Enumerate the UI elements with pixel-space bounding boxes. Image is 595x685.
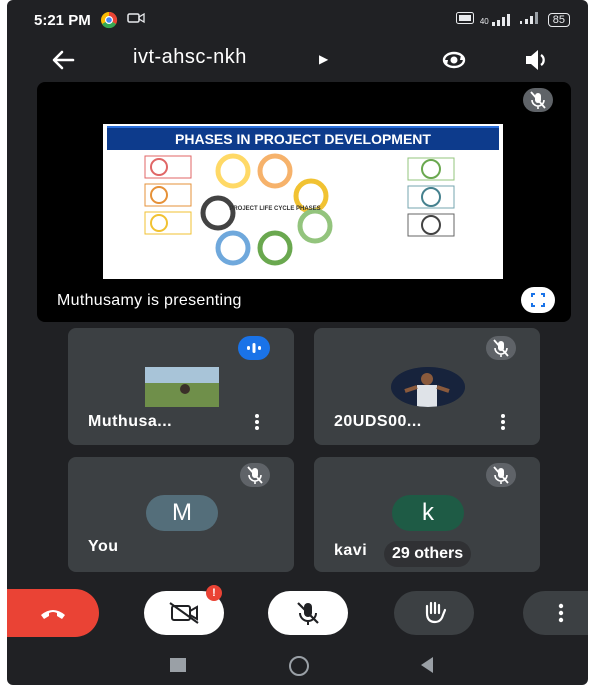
more-vertical-icon[interactable] bbox=[254, 413, 260, 431]
status-time: 5:21 PM bbox=[34, 12, 91, 29]
home-icon[interactable] bbox=[289, 656, 309, 676]
video-status-icon bbox=[127, 11, 145, 28]
raise-hand-button[interactable] bbox=[394, 591, 474, 635]
battery-indicator: 85 bbox=[547, 12, 570, 27]
mic-off-icon bbox=[523, 88, 553, 112]
meeting-code[interactable]: ivt-ahsc-nkh bbox=[133, 46, 247, 69]
presentation-tile[interactable]: PHASES IN PROJECT DEVELOPMENT PROJECT LI… bbox=[37, 82, 571, 322]
end-call-button[interactable] bbox=[7, 589, 99, 637]
presenting-label: Muthusamy is presenting bbox=[57, 292, 242, 309]
participant-tile-2[interactable]: 20UDS00... bbox=[314, 328, 540, 445]
back-nav-icon[interactable] bbox=[419, 655, 435, 680]
status-right: 40 85 bbox=[455, 12, 570, 27]
avatar: k bbox=[392, 495, 464, 531]
meeting-header: ivt-ahsc-nkh ▶ bbox=[7, 38, 588, 82]
participant-name: You bbox=[88, 538, 119, 555]
arrow-left-icon[interactable] bbox=[49, 46, 77, 74]
participant-name: Muthusa... bbox=[88, 413, 173, 430]
mic-off-icon bbox=[486, 336, 516, 360]
mic-off-icon bbox=[297, 602, 319, 625]
chrome-icon bbox=[100, 11, 118, 32]
avatar bbox=[391, 367, 465, 407]
recents-icon[interactable] bbox=[170, 658, 186, 672]
speaking-indicator-icon bbox=[238, 336, 270, 360]
avatar bbox=[145, 367, 219, 407]
camera-toggle-button[interactable]: ! bbox=[144, 585, 224, 635]
meet-app-screen: 5:21 PM 40 85 ivt-ahsc-nkh ▶ PHASES IN P… bbox=[7, 0, 588, 685]
avatar: M bbox=[146, 495, 218, 531]
status-bar: 5:21 PM 40 85 bbox=[7, 0, 588, 40]
call-controls: ! bbox=[7, 585, 588, 641]
participant-tile-4[interactable]: k kavi 29 others bbox=[314, 457, 540, 572]
alert-badge-icon: ! bbox=[206, 585, 222, 601]
slide-title: PHASES IN PROJECT DEVELOPMENT bbox=[107, 126, 499, 150]
more-vertical-icon[interactable] bbox=[500, 413, 506, 431]
slide-center-label: PROJECT LIFE CYCLE PHASES bbox=[229, 206, 320, 212]
system-nav-bar bbox=[7, 645, 588, 685]
signal-icon-2 bbox=[519, 12, 542, 27]
participant-name: 20UDS00... bbox=[334, 413, 422, 430]
fullscreen-button[interactable] bbox=[521, 287, 555, 313]
switch-camera-icon[interactable] bbox=[439, 45, 469, 75]
participant-tile-1[interactable]: Muthusa... bbox=[68, 328, 294, 445]
more-options-button[interactable] bbox=[523, 591, 588, 635]
mic-off-icon bbox=[240, 463, 270, 487]
phone-hangup-icon bbox=[41, 610, 65, 619]
participant-name: kavi bbox=[334, 542, 368, 559]
raise-hand-icon bbox=[425, 601, 447, 624]
others-count-badge[interactable]: 29 others bbox=[384, 541, 472, 567]
chevron-right-icon[interactable]: ▶ bbox=[319, 52, 328, 66]
shared-slide: PHASES IN PROJECT DEVELOPMENT PROJECT LI… bbox=[103, 124, 503, 279]
fullscreen-icon bbox=[531, 293, 545, 307]
participant-tile-3[interactable]: M You bbox=[68, 457, 294, 572]
speaker-icon[interactable] bbox=[521, 46, 551, 74]
signal-icon-1: 40 bbox=[479, 13, 514, 26]
slide-diagram: PROJECT LIFE CYCLE PHASES bbox=[144, 153, 455, 266]
more-vertical-icon bbox=[558, 603, 564, 623]
mic-off-icon bbox=[486, 463, 516, 487]
network-type: 40 bbox=[479, 16, 489, 26]
volte-icon bbox=[455, 12, 474, 27]
mic-toggle-button[interactable] bbox=[268, 591, 348, 635]
